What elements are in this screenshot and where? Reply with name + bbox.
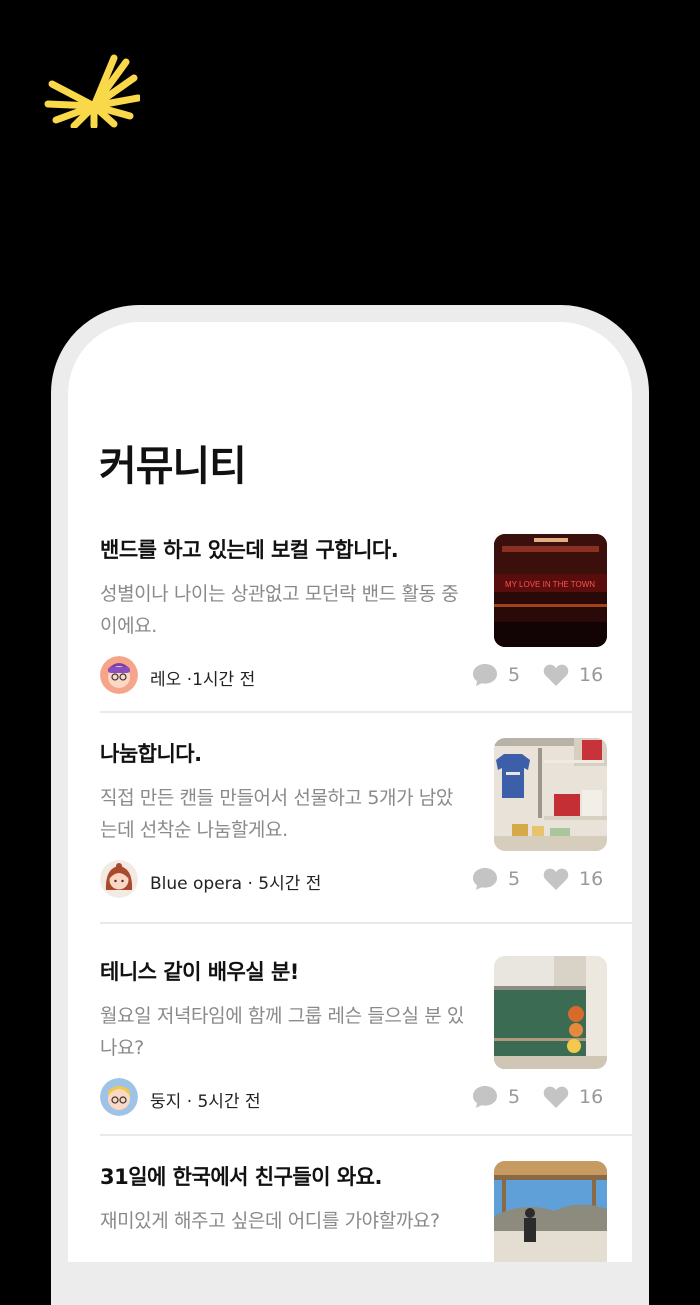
- like-count[interactable]: 16: [543, 1083, 603, 1111]
- divider: [100, 711, 632, 713]
- like-count-value: 16: [579, 664, 604, 686]
- post-time: · 5시간 전: [247, 874, 322, 894]
- post-body: 성별이나 나이는 상관없고 모던락 밴드 활동 중이에요.: [100, 583, 459, 637]
- comment-icon: [473, 1086, 497, 1108]
- comment-count-value: 5: [508, 1086, 521, 1108]
- post-title: 나눔합니다.: [100, 742, 202, 766]
- post-time: ·1시간 전: [186, 670, 256, 690]
- like-count-value: 16: [579, 868, 604, 890]
- post-title: 31일에 한국에서 친구들이 와요.: [100, 1165, 382, 1189]
- author-name[interactable]: 레오: [150, 670, 181, 690]
- comment-count[interactable]: 5: [472, 865, 520, 893]
- thumbnail-neon-text: MY LOVE IN THE TOWN: [505, 580, 595, 589]
- author-name[interactable]: 둥지: [150, 1092, 181, 1112]
- comment-count-value: 5: [508, 664, 521, 686]
- post-body: 월요일 저녁타임에 함께 그룹 레슨 들으실 분 있나요?: [100, 1005, 464, 1059]
- avatar[interactable]: [100, 1078, 138, 1116]
- post-title: 밴드를 하고 있는데 보컬 구합니다.: [100, 538, 399, 562]
- page-title: 커뮤니티: [99, 442, 247, 490]
- post-time: · 5시간 전: [186, 1092, 261, 1112]
- post-thumbnail[interactable]: [494, 1161, 607, 1262]
- comment-count[interactable]: 5: [472, 661, 520, 689]
- heart-icon: [543, 664, 569, 686]
- heart-icon: [543, 868, 569, 890]
- comment-count[interactable]: 5: [472, 1083, 520, 1111]
- post-thumbnail[interactable]: [494, 738, 607, 851]
- avatar[interactable]: [100, 656, 138, 694]
- divider: [100, 1134, 632, 1136]
- comment-icon: [473, 868, 497, 890]
- comment-icon: [473, 664, 497, 686]
- post-body: 재미있게 해주고 싶은데 어디를 가야할까요?: [100, 1210, 440, 1232]
- heart-icon: [543, 1086, 569, 1108]
- post-thumbnail[interactable]: [494, 956, 607, 1069]
- post-thumbnail[interactable]: MY LOVE IN THE TOWN: [494, 534, 607, 647]
- author-name[interactable]: Blue opera: [150, 874, 242, 894]
- post-body: 직접 만든 캔들 만들어서 선물하고 5개가 남았는데 선착순 나눔할게요.: [100, 787, 453, 841]
- divider: [100, 922, 632, 924]
- sunburst-logo-icon: [44, 54, 140, 128]
- like-count[interactable]: 16: [543, 865, 603, 893]
- comment-count-value: 5: [508, 868, 521, 890]
- avatar[interactable]: [100, 860, 138, 898]
- like-count[interactable]: 16: [543, 661, 603, 689]
- post-title: 테니스 같이 배우실 분!: [100, 960, 299, 984]
- like-count-value: 16: [579, 1086, 604, 1108]
- phone-screen: 커뮤니티 밴드를 하고 있는데 보컬 구합니다. 성별이나 나이는 상관없고 모…: [68, 322, 632, 1262]
